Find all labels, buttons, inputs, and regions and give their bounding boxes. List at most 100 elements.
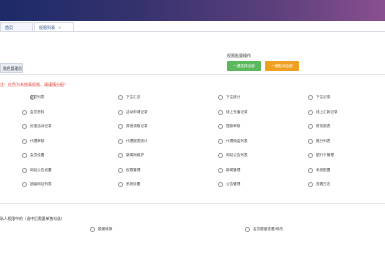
checkbox-icon[interactable] <box>22 124 27 129</box>
permission-item[interactable]: 其他领取记录 <box>118 124 148 129</box>
checkbox-icon[interactable] <box>308 167 313 173</box>
checkbox-icon[interactable] <box>308 109 313 115</box>
checkbox-icon[interactable] <box>118 167 123 173</box>
permission-item[interactable]: 银行卡管理 <box>308 153 334 158</box>
permission-item[interactable]: 推行列表 <box>308 138 331 144</box>
tab-home[interactable]: 首页 <box>0 22 33 31</box>
permission-item[interactable]: 活动申请记录 <box>118 109 148 115</box>
permission-label: 提款审核 <box>226 124 241 128</box>
permission-label: 代理佣金列表 <box>226 138 248 143</box>
private-permission-title: 私人权限中的（选中后需要单独勾选） <box>0 216 65 221</box>
close-icon[interactable]: × <box>58 25 61 30</box>
role-tab[interactable]: 角色管理员 <box>0 63 23 73</box>
permission-item[interactable]: 优惠活动记录 <box>22 124 52 129</box>
permission-grid: 会员列表 下注汇总 下注统计 下注记录 会员资料 活动申请记录 线上充值记录 线… <box>0 95 385 197</box>
checkbox-icon[interactable] <box>218 109 223 115</box>
checkbox-icon[interactable] <box>218 138 223 144</box>
permission-label: 银行卡管理 <box>316 153 334 157</box>
permission-label: 网站公告列表 <box>226 153 248 157</box>
permission-item[interactable]: 新闻管理 <box>218 167 240 173</box>
select-all-button[interactable]: 一键选择全部 <box>227 61 261 71</box>
checkbox-icon[interactable] <box>22 138 27 144</box>
divider <box>0 203 385 204</box>
permission-label: 代理审核 <box>30 138 45 143</box>
permission-item[interactable]: 网站公告设置 <box>22 167 52 173</box>
checkbox-icon[interactable] <box>245 227 250 232</box>
permission-label: 线上充值记录 <box>226 109 248 114</box>
permission-label: 新闻网维护 <box>126 153 144 157</box>
permission-row: 网站公告设置 权限管理 新闻管理 系统配置 <box>0 167 385 183</box>
checkbox-icon[interactable] <box>118 95 123 100</box>
permission-item[interactable]: 下注汇总 <box>118 95 140 100</box>
permission-label: 优惠活动记录 <box>30 124 52 128</box>
checkbox-icon[interactable] <box>218 153 223 158</box>
permission-item[interactable]: 查看日志 <box>308 182 330 187</box>
permission-label: 权限管理 <box>126 167 141 172</box>
checkbox-icon[interactable] <box>218 124 223 129</box>
permission-label: 推行列表 <box>316 138 331 143</box>
permission-item[interactable]: 会员资料 <box>22 109 45 115</box>
permission-label: 查看日志 <box>316 182 331 186</box>
permission-row: 超级网址列表 系统设置 公告管理 查看日志 <box>0 182 385 197</box>
checkbox-icon[interactable] <box>308 124 313 129</box>
checkbox-icon[interactable] <box>22 109 27 115</box>
checkbox-icon[interactable] <box>218 95 223 100</box>
permission-label: 下注记录 <box>316 95 331 99</box>
checkbox-icon[interactable] <box>22 153 27 158</box>
permission-label: 下注统计 <box>226 95 241 99</box>
permission-item[interactable]: 会员列表 <box>30 95 44 100</box>
permission-row: 代理审核 代理报表统计 代理佣金列表 推行列表 <box>0 138 385 154</box>
permission-item[interactable]: 线上充值记录 <box>218 109 248 115</box>
tab-permission-label: 权限列表 <box>39 25 55 30</box>
permission-item[interactable]: 公告管理 <box>218 182 240 187</box>
tab-home-label: 首页 <box>5 25 13 30</box>
permission-label: 财务报表 <box>316 124 331 128</box>
permission-item[interactable]: 线上汇款记录 <box>308 109 338 115</box>
permission-item[interactable]: 提款审核 <box>218 124 240 129</box>
checkbox-icon[interactable] <box>308 182 313 187</box>
permission-item[interactable]: 会员设置 <box>22 153 44 158</box>
divider <box>0 74 385 75</box>
permission-item[interactable]: 新闻网维护 <box>118 153 144 158</box>
checkbox-icon[interactable] <box>22 182 27 187</box>
checkbox-icon[interactable] <box>118 153 123 158</box>
checkbox-icon[interactable] <box>218 182 223 187</box>
checkbox-icon[interactable] <box>22 167 27 173</box>
permission-item[interactable]: 超级网址列表 <box>22 182 52 187</box>
permission-item[interactable]: 下注记录 <box>308 95 330 100</box>
option-label: 会员额度查看/修改 <box>253 227 283 231</box>
checkbox-icon[interactable] <box>308 95 313 100</box>
checkbox-icon[interactable] <box>308 138 313 144</box>
member-credit-option[interactable]: 会员额度查看/修改 <box>245 227 283 232</box>
permission-label: 系统配置 <box>316 167 331 172</box>
permission-item[interactable]: 代理审核 <box>22 138 45 144</box>
permission-row: 优惠活动记录 其他领取记录 提款审核 财务报表 <box>0 124 385 139</box>
permission-label: 超级网址列表 <box>30 182 52 186</box>
tab-divider <box>0 31 385 32</box>
checkbox-icon[interactable] <box>118 182 123 187</box>
checkbox-icon[interactable] <box>118 138 123 144</box>
tab-permission-list[interactable]: 权限列表 × <box>34 22 74 31</box>
permission-label: 代理报表统计 <box>126 138 148 143</box>
checkbox-icon[interactable] <box>118 109 123 115</box>
permission-label: 会员列表 <box>30 95 45 99</box>
permission-item[interactable]: 代理报表统计 <box>118 138 148 144</box>
permission-item[interactable]: 权限管理 <box>118 167 141 173</box>
clear-all-button[interactable]: 一键取消全部 <box>265 61 299 71</box>
permission-item[interactable]: 下注统计 <box>218 95 240 100</box>
permission-item[interactable]: 代理佣金列表 <box>218 138 248 144</box>
permission-label: 会员资料 <box>30 109 45 114</box>
checkbox-icon[interactable] <box>308 153 313 158</box>
checkbox-icon[interactable] <box>118 124 123 129</box>
permission-item[interactable]: 网站公告列表 <box>218 153 248 158</box>
permission-label: 其他领取记录 <box>126 124 148 128</box>
option-label: 额度转换 <box>98 227 113 231</box>
permission-item[interactable]: 系统配置 <box>308 167 331 173</box>
credit-transfer-option[interactable]: 额度转换 <box>90 227 112 232</box>
checkbox-icon[interactable] <box>90 227 95 232</box>
permission-label: 系统设置 <box>126 182 141 186</box>
checkbox-icon[interactable] <box>218 167 223 173</box>
permission-item[interactable]: 财务报表 <box>308 124 330 129</box>
permission-item[interactable]: 系统设置 <box>118 182 140 187</box>
permission-label: 会员设置 <box>30 153 45 157</box>
